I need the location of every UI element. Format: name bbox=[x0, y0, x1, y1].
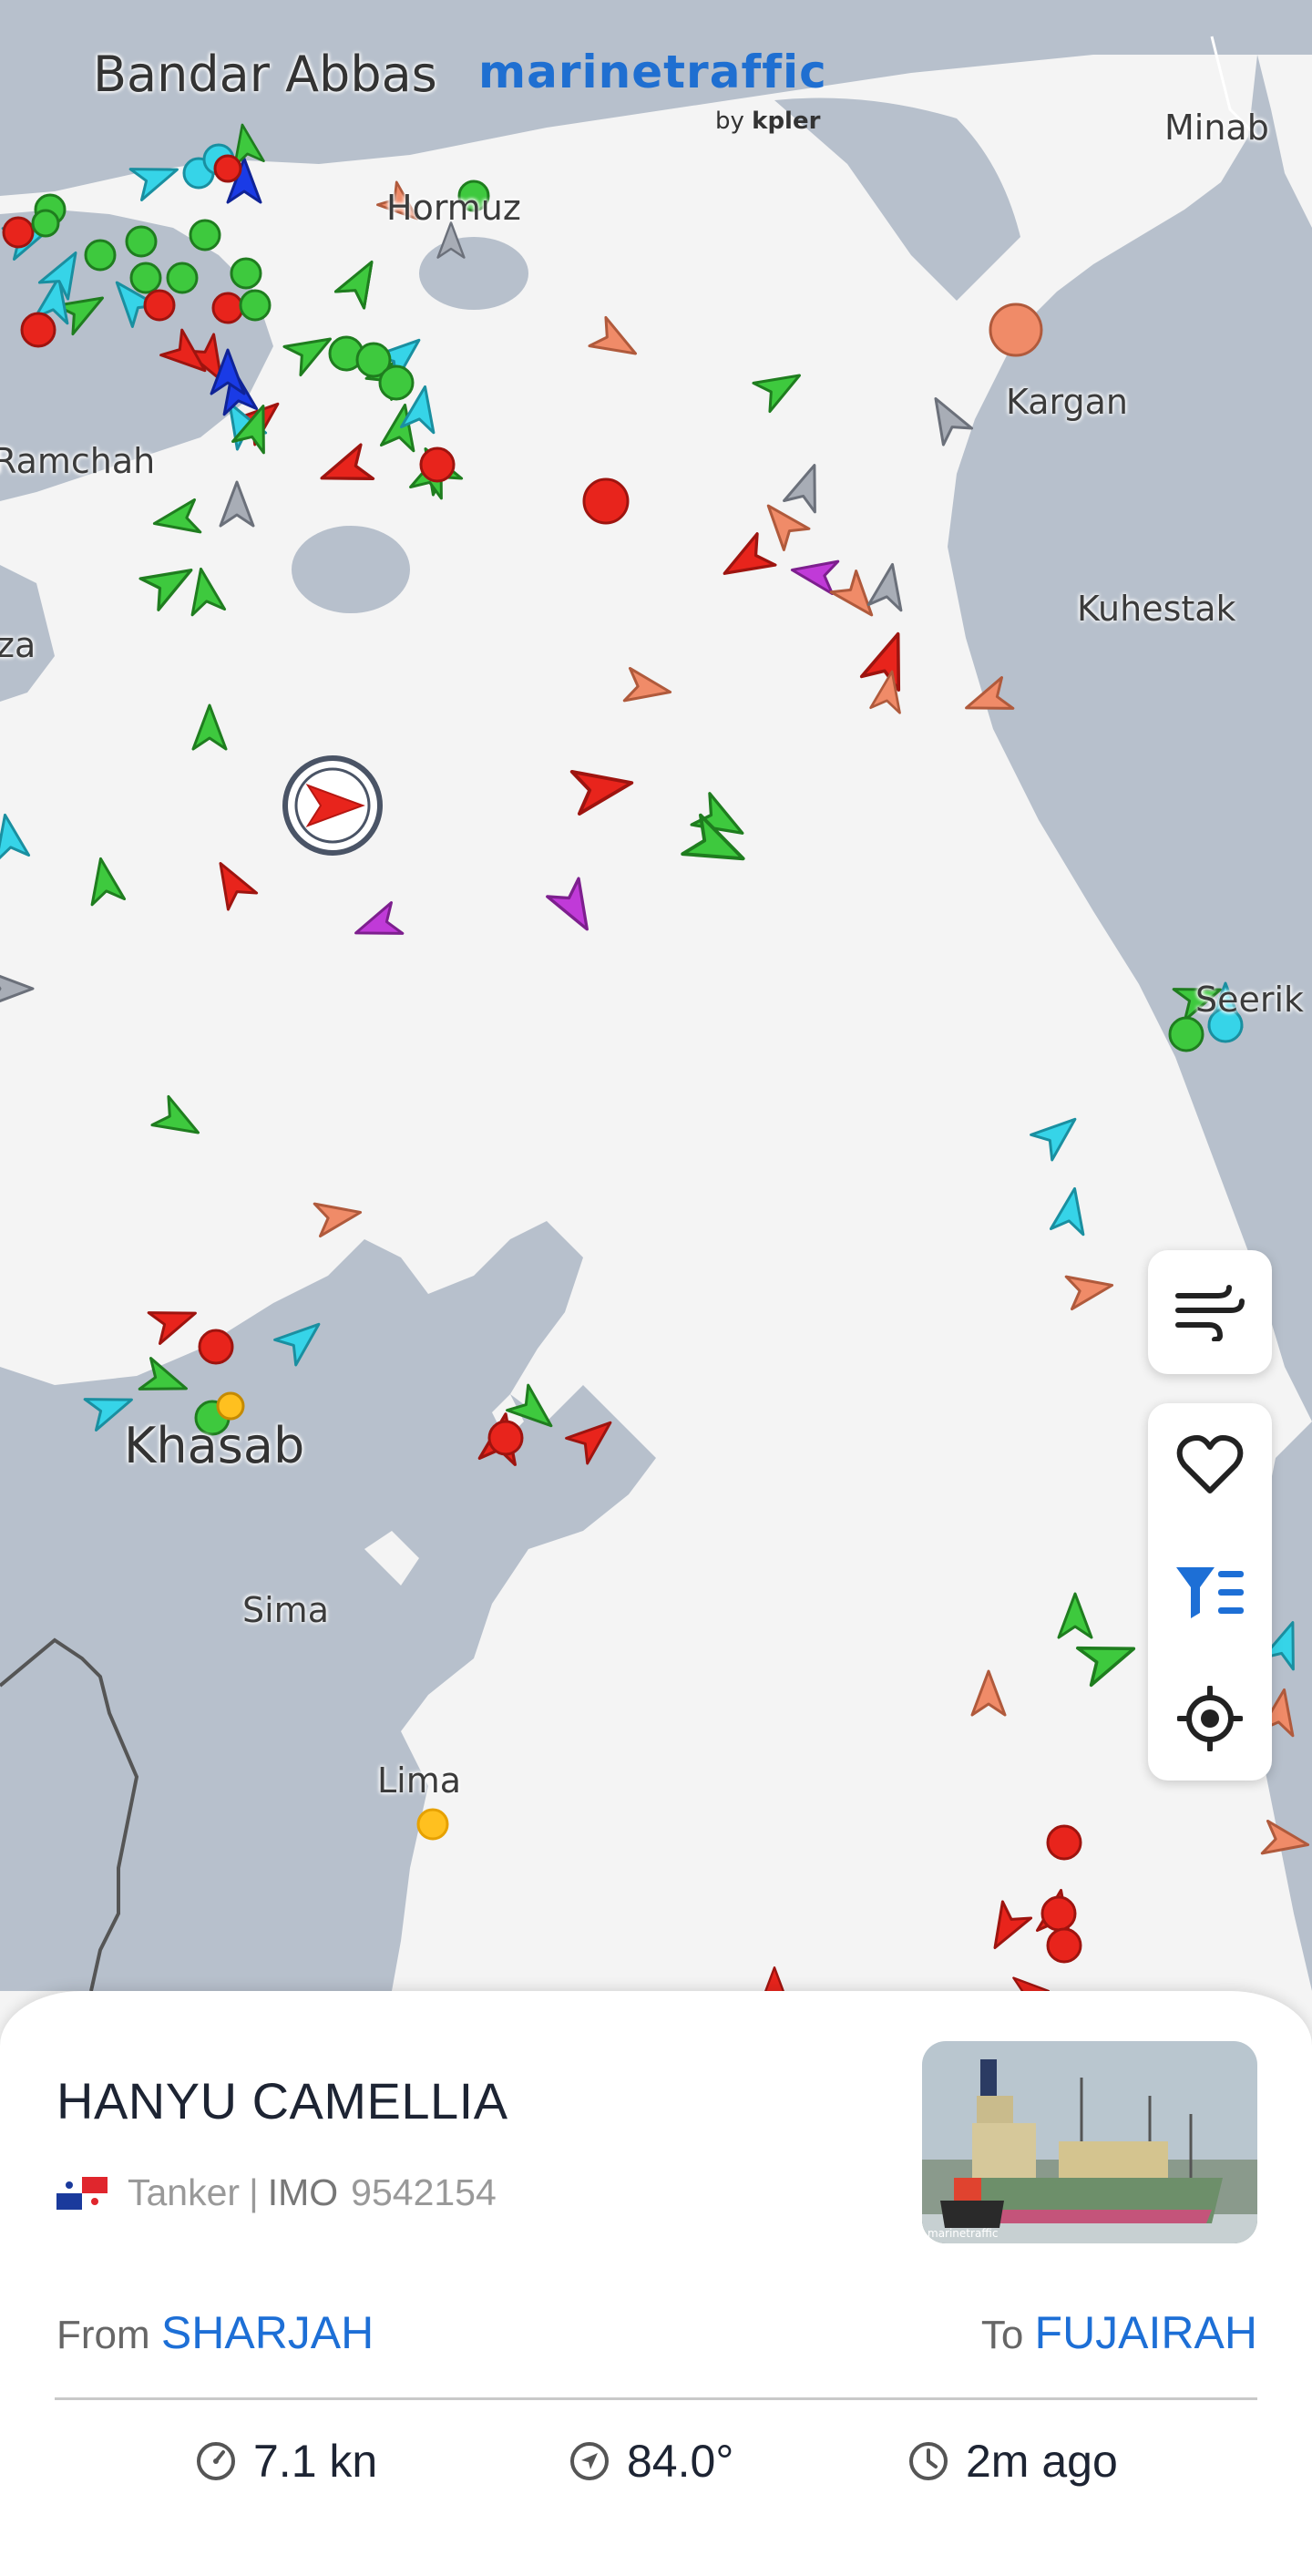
anchored-vessel-marker[interactable] bbox=[378, 364, 415, 401]
imo-label: IMO bbox=[267, 2171, 339, 2213]
anchored-vessel-marker[interactable] bbox=[2, 216, 35, 249]
place-label-khasab: Khasab bbox=[124, 1417, 305, 1474]
anchored-vessel-marker[interactable] bbox=[84, 239, 117, 272]
vessel-meta: Tanker | IMO 9542154 bbox=[56, 2171, 497, 2214]
port-marker-lima[interactable] bbox=[415, 1806, 451, 1842]
divider bbox=[55, 2397, 1257, 2400]
selected-vessel-marker[interactable] bbox=[282, 755, 383, 856]
filter-button[interactable] bbox=[1148, 1530, 1272, 1654]
map-tools-control bbox=[1148, 1403, 1272, 1781]
filter-icon bbox=[1176, 1567, 1244, 1618]
place-label-kuhestak: Kuhestak bbox=[1077, 589, 1236, 629]
place-label-za: za bbox=[0, 625, 36, 665]
navigation-icon bbox=[570, 2442, 609, 2480]
vessel-photo[interactable]: marinetraffic bbox=[922, 2041, 1257, 2243]
anchored-vessel-marker[interactable] bbox=[216, 1391, 245, 1421]
anchored-vessel-marker[interactable] bbox=[419, 446, 456, 483]
anchored-vessel-marker[interactable] bbox=[989, 303, 1043, 357]
anchored-vessel-marker[interactable] bbox=[189, 219, 221, 251]
anchored-vessel-marker[interactable] bbox=[230, 257, 262, 290]
last-seen-stat: 2m ago bbox=[907, 2435, 1118, 2488]
anchored-vessel-marker[interactable] bbox=[239, 289, 272, 322]
island-larak bbox=[292, 526, 410, 613]
anchored-vessel-marker[interactable] bbox=[213, 154, 242, 183]
crosshair-icon bbox=[1177, 1686, 1243, 1751]
heart-icon bbox=[1176, 1435, 1244, 1493]
anchored-vessel-marker[interactable] bbox=[582, 477, 630, 525]
brand-byline: by kpler bbox=[715, 108, 821, 135]
from-label: From bbox=[56, 2313, 150, 2357]
favorite-button[interactable] bbox=[1148, 1403, 1272, 1527]
wind-icon bbox=[1175, 1285, 1245, 1341]
vessel-stats: 7.1 kn 84.0° 2m ago bbox=[0, 2435, 1312, 2499]
route-to: To FUJAIRAH bbox=[981, 2306, 1257, 2359]
anchored-vessel-marker[interactable] bbox=[166, 262, 199, 294]
place-label-bandar-abbas: Bandar Abbas bbox=[93, 46, 437, 103]
place-label-hormuz: Hormuz bbox=[386, 188, 521, 228]
route-row: From SHARJAH To FUJAIRAH bbox=[56, 2306, 1257, 2361]
anchored-vessel-marker[interactable] bbox=[211, 292, 244, 324]
clock-icon bbox=[909, 2442, 948, 2480]
locate-button[interactable] bbox=[1148, 1657, 1272, 1781]
vessel-type: Tanker bbox=[128, 2171, 241, 2213]
vessel-info-sheet[interactable]: HANYU CAMELLIA Tanker | IMO 9542154 mari… bbox=[0, 1991, 1312, 2576]
svg-text:marinetraffic: marinetraffic bbox=[928, 2227, 999, 2240]
place-label-kargan: Kargan bbox=[1006, 382, 1128, 422]
anchored-vessel-marker[interactable] bbox=[198, 1329, 234, 1365]
to-label: To bbox=[980, 2313, 1024, 2357]
anchored-vessel-marker[interactable] bbox=[1046, 1824, 1082, 1861]
speed-value: 7.1 kn bbox=[253, 2436, 378, 2487]
route-from: From SHARJAH bbox=[56, 2306, 374, 2359]
anchored-vessel-marker[interactable] bbox=[1040, 1895, 1077, 1932]
anchored-vessel-marker[interactable] bbox=[125, 225, 158, 258]
place-label-ramchah: Ramchah bbox=[0, 441, 156, 481]
panama-flag-icon bbox=[56, 2176, 108, 2210]
place-label-minab: Minab bbox=[1164, 108, 1269, 148]
anchored-vessel-marker[interactable] bbox=[487, 1420, 524, 1456]
place-label-sima: Sima bbox=[242, 1590, 329, 1630]
anchored-vessel-marker[interactable] bbox=[1046, 1927, 1082, 1964]
anchored-vessel-marker[interactable] bbox=[129, 262, 162, 294]
brand-logo: marinetraffic bbox=[478, 46, 827, 98]
to-port-link[interactable]: FUJAIRAH bbox=[1035, 2307, 1257, 2358]
imo-number: 9542154 bbox=[351, 2171, 497, 2213]
anchored-vessel-marker[interactable] bbox=[143, 289, 176, 322]
anchored-vessel-marker[interactable] bbox=[1168, 1016, 1204, 1052]
vessel-name: HANYU CAMELLIA bbox=[56, 2072, 508, 2130]
island-hormuz bbox=[419, 237, 528, 310]
wind-button[interactable] bbox=[1148, 1250, 1272, 1374]
anchored-vessel-marker[interactable] bbox=[20, 312, 56, 348]
speed-stat: 7.1 kn bbox=[195, 2435, 377, 2488]
place-label-lima: Lima bbox=[377, 1760, 462, 1801]
wind-layer-control[interactable] bbox=[1148, 1250, 1272, 1374]
last-seen-value: 2m ago bbox=[966, 2436, 1118, 2487]
speedometer-icon bbox=[197, 2442, 235, 2480]
anchored-vessel-marker[interactable] bbox=[31, 209, 60, 238]
course-value: 84.0° bbox=[627, 2436, 734, 2487]
course-stat: 84.0° bbox=[569, 2435, 733, 2488]
from-port-link[interactable]: SHARJAH bbox=[161, 2307, 374, 2358]
meta-separator: | bbox=[249, 2171, 259, 2213]
place-label-seerik: Seerik bbox=[1195, 980, 1305, 1020]
